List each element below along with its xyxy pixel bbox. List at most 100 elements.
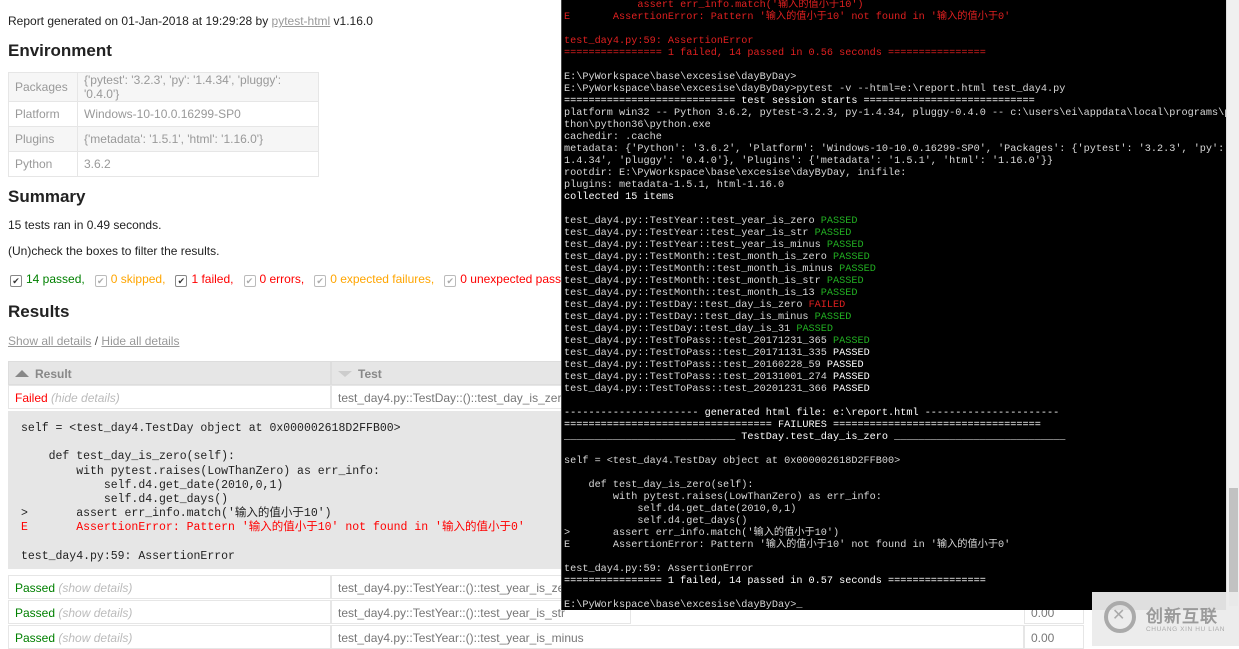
errors-count: 0 errors, [259, 272, 305, 286]
terminal-test-status: PASSED [839, 264, 876, 275]
log-footer: test_day4.py:59: AssertionError [21, 549, 235, 563]
terminal-test-name: test_day4.py::TestToPass::test_20171131_… [564, 348, 827, 359]
failed-filter-checkbox[interactable]: ✔ [175, 275, 188, 287]
details-toggle[interactable]: (show details) [58, 581, 132, 595]
terminal-line: E:\PyWorkspace\base\excesise\dayByDay> [564, 72, 797, 83]
hide-all-details-link[interactable]: Hide all details [101, 334, 179, 348]
terminal-test-name: test_day4.py::TestToPass::test_20131001_… [564, 372, 827, 383]
report-scrollbar[interactable] [1226, 0, 1239, 610]
terminal-line: ================================== FAILU… [564, 420, 1041, 431]
result-filters: ✔ 14 passed, ✔ 0 skipped, ✔ 1 failed, ✔ 0 er… [10, 272, 574, 287]
links-separator: / [91, 334, 102, 348]
result-status: Failed [15, 391, 48, 405]
show-all-details-link[interactable]: Show all details [8, 334, 91, 348]
filter-hint: (Un)check the boxes to filter the result… [8, 244, 220, 258]
terminal-test-status: PASSED [820, 288, 858, 299]
terminal-test-status: PASSED [833, 384, 870, 395]
terminal-line: test_day4.py:59: AssertionError [564, 36, 754, 47]
log-line: self.d4.get_date(2010,0,1) [21, 478, 284, 492]
details-toggle[interactable]: (show details) [58, 631, 132, 645]
log-line: self.d4.get_days() [21, 493, 229, 507]
terminal-line: platform win32 -- Python 3.6.2, pytest-3… [564, 108, 1227, 119]
environment-row: Packages {'pytest': '3.2.3', 'py': '1.4.3… [8, 72, 319, 102]
passed-filter-checkbox[interactable]: ✔ [10, 275, 22, 287]
skipped-filter-checkbox[interactable]: ✔ [94, 275, 107, 287]
passed-count: 14 passed, [26, 272, 85, 286]
terminal-line: metadata: {'Python': '3.6.2', 'Platform'… [564, 144, 1227, 155]
xfail-count: 0 expected failures, [330, 272, 435, 286]
terminal-line: E AssertionError: Pattern '输入的值小于10' not… [564, 540, 1011, 551]
terminal-test-name: test_day4.py::TestYear::test_year_is_str [564, 228, 809, 239]
environment-value: Windows-10-10.0.16299-SP0 [77, 101, 319, 127]
environment-table: Packages {'pytest': '3.2.3', 'py': '1.4.3… [8, 72, 319, 177]
terminal-test-name: test_day4.py::TestMonth::test_month_is_z… [564, 252, 827, 263]
terminal-test-status: PASSED [833, 372, 870, 383]
terminal-test-name: test_day4.py::TestDay::test_day_is_31 [564, 324, 791, 335]
terminal-line: plugins: metadata-1.5.1, html-1.16.0 [564, 180, 785, 191]
environment-row: Platform Windows-10-10.0.16299-SP0 [8, 101, 319, 127]
pytest-html-link[interactable]: pytest-html [272, 14, 331, 28]
terminal-line: E:\PyWorkspace\base\excesise\dayByDay>_ [564, 600, 803, 610]
terminal-line: collected 15 items [564, 192, 675, 203]
watermark-en: CHUANG XIN HU LIAN [1146, 626, 1226, 633]
terminal-test-status: PASSED [796, 324, 834, 335]
terminal-line: with pytest.raises(LowThanZero) as err_i… [564, 492, 882, 503]
terminal-output: assert err_info.match('输入的值小于10') E Asse… [562, 0, 1227, 610]
terminal-test-name: test_day4.py::TestDay::test_day_is_minus [564, 312, 809, 323]
skipped-count: 0 skipped, [110, 272, 166, 286]
table-row-result[interactable]: Passed (show details) [8, 600, 331, 624]
scrollbar-thumb[interactable] [1229, 488, 1238, 606]
terminal-line: self.d4.get_date(2010,0,1) [564, 504, 797, 515]
terminal-window[interactable]: assert err_info.match('输入的值小于10') E Asse… [561, 0, 1227, 610]
failed-count: 1 failed, [191, 272, 234, 286]
details-toggle[interactable]: (show details) [58, 606, 132, 620]
generated-line: Report generated on 01-Jan-2018 at 19:29… [8, 14, 373, 28]
terminal-line: ============================ test sessio… [564, 96, 1035, 107]
result-column-header[interactable]: Result [8, 361, 331, 385]
summary-heading: Summary [8, 187, 86, 206]
xfail-filter-checkbox[interactable]: ✔ [314, 275, 327, 287]
xpass-count: 0 unexpected passes [460, 272, 574, 286]
log-error-line: E AssertionError: Pattern '输入的值小于10' not… [21, 521, 525, 535]
environment-key: Python [8, 151, 78, 177]
terminal-line: assert err_info.match('输入的值小于10') [564, 0, 864, 11]
terminal-line: 1.4.34', 'pluggy': '0.4.0'}, 'Plugins': … [564, 156, 1054, 167]
terminal-test-name: test_day4.py::TestMonth::test_month_is_m… [564, 264, 833, 275]
result-column-label: Result [35, 367, 72, 381]
terminal-line: def test_day_is_zero(self): [564, 480, 754, 491]
terminal-test-status: PASSED [826, 360, 864, 371]
terminal-test-status: PASSED [833, 252, 870, 263]
table-row-result[interactable]: Passed (show details) [8, 575, 331, 599]
table-row-result[interactable]: Failed (hide details) [8, 385, 331, 409]
terminal-test-name: test_day4.py::TestMonth::test_month_is_s… [564, 276, 821, 287]
terminal-test-name: test_day4.py::TestMonth::test_month_is_1… [564, 288, 815, 299]
terminal-line: test_day4.py:59: AssertionError [564, 564, 754, 575]
terminal-test-status: PASSED [833, 348, 870, 359]
terminal-test-name: test_day4.py::TestYear::test_year_is_zer… [564, 216, 815, 227]
log-traceback: self = <test_day4.TestDay object at 0x00… [21, 422, 401, 520]
environment-key: Platform [8, 101, 78, 127]
table-row-duration: 0.00 [1024, 625, 1084, 649]
environment-row: Python 3.6.2 [8, 151, 319, 177]
generated-suffix: v1.16.0 [330, 14, 373, 28]
table-row-result[interactable]: Passed (show details) [8, 625, 331, 649]
details-toggle[interactable]: (hide details) [51, 391, 120, 405]
terminal-test-name: test_day4.py::TestToPass::test_20171231_… [564, 336, 827, 347]
watermark-cn: 创新互联 [1146, 607, 1218, 626]
errors-filter-checkbox[interactable]: ✔ [243, 275, 256, 287]
terminal-line: rootdir: E:\PyWorkspace\base\excesise\da… [564, 168, 907, 179]
terminal-test-status: PASSED [826, 276, 864, 287]
result-status: Passed [15, 631, 56, 645]
result-status: Passed [15, 606, 56, 620]
terminal-test-name: test_day4.py::TestYear::test_year_is_min… [564, 240, 821, 251]
environment-heading: Environment [8, 41, 112, 60]
terminal-line: cachedir: .cache [564, 132, 662, 143]
environment-value: {'metadata': '1.5.1', 'html': '1.16.0'} [77, 126, 319, 152]
summary-line: 15 tests ran in 0.49 seconds. [8, 218, 162, 232]
terminal-test-status: PASSED [814, 312, 852, 323]
table-row-test-name: test_day4.py::TestYear::()::test_year_is… [331, 625, 1024, 649]
log-line: def test_day_is_zero(self): [21, 450, 235, 464]
terminal-test-status: PASSED [820, 216, 858, 227]
failure-log: self = <test_day4.TestDay object at 0x00… [8, 411, 628, 569]
xpass-filter-checkbox[interactable]: ✔ [444, 275, 457, 287]
